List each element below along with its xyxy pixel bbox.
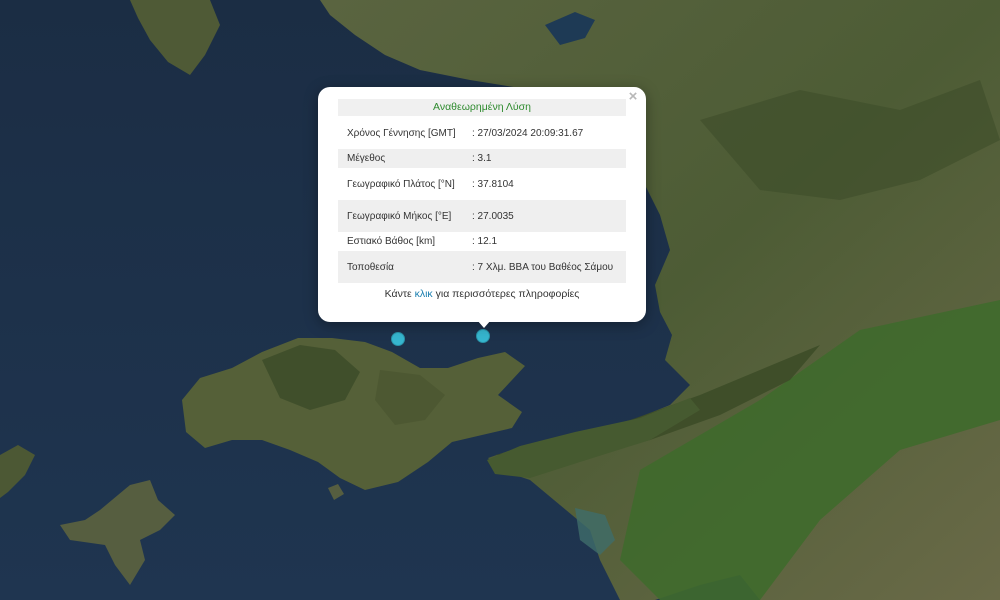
row-value: : 27.0035 [470, 200, 626, 232]
row-origin-time: Χρόνος Γέννησης [GMT] : 27/03/2024 20:09… [338, 117, 626, 149]
row-label: Εστιακό Βάθος [km] [347, 236, 436, 247]
footer-text-before: Κάντε [384, 288, 415, 300]
row-value: : 12.1 [472, 236, 498, 247]
more-info-link[interactable]: κλικ [415, 288, 433, 300]
row-location: Τοποθεσία : 7 Χλμ. ΒΒΑ του Βαθέος Σάμου [338, 251, 626, 283]
row-label: Μέγεθος [338, 149, 470, 168]
footer-text-after: για περισσότερες πληροφορίες [432, 288, 580, 300]
row-value: : 27/03/2024 20:09:31.67 [472, 127, 584, 139]
earthquake-marker-selected[interactable] [476, 329, 490, 343]
earthquake-details-table: Χρόνος Γέννησης [GMT] : 27/03/2024 20:09… [338, 117, 626, 283]
row-label: Χρόνος Γέννησης [GMT] [347, 127, 456, 139]
earthquake-marker[interactable] [391, 332, 405, 346]
popup-pointer [477, 320, 491, 328]
row-label: Γεωγραφικό Μήκος [°E] [338, 200, 470, 232]
row-depth: Εστιακό Βάθος [km] : 12.1 [338, 232, 626, 251]
popup-title: Αναθεωρημένη Λύση [338, 99, 626, 116]
row-magnitude: Μέγεθος : 3.1 [338, 149, 626, 168]
row-latitude: Γεωγραφικό Πλάτος [°N] : 37.8104 [338, 168, 626, 200]
popup-content: Αναθεωρημένη Λύση Χρόνος Γέννησης [GMT] … [338, 99, 626, 300]
row-value: : 3.1 [470, 149, 626, 168]
popup-footer: Κάντε κλικ για περισσότερες πληροφορίες [338, 288, 626, 300]
row-value: : 37.8104 [472, 178, 514, 190]
row-longitude: Γεωγραφικό Μήκος [°E] : 27.0035 [338, 200, 626, 232]
close-icon[interactable]: × [626, 89, 640, 105]
row-value: : 7 Χλμ. ΒΒΑ του Βαθέος Σάμου [470, 251, 626, 283]
row-label: Τοποθεσία [338, 251, 470, 283]
row-label: Γεωγραφικό Πλάτος [°N] [347, 178, 455, 190]
earthquake-info-popup: × Αναθεωρημένη Λύση Χρόνος Γέννησης [GMT… [318, 87, 646, 322]
